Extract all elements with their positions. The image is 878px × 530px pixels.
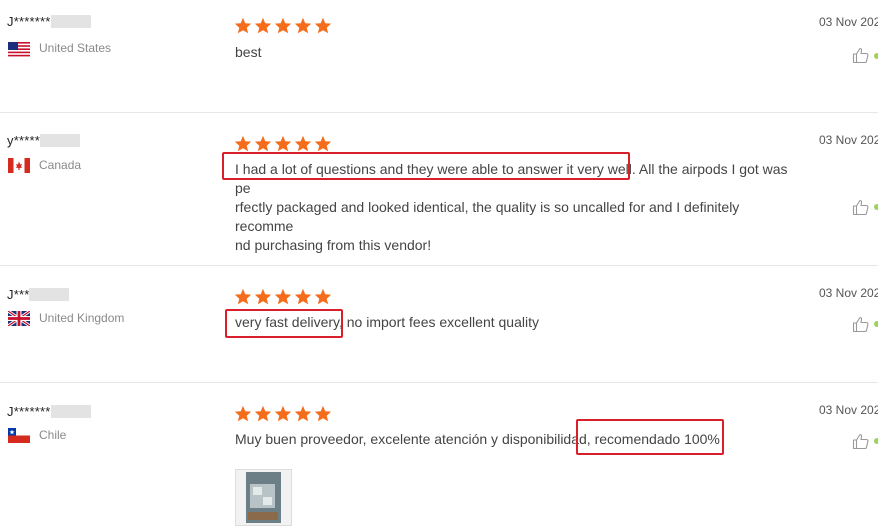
reviewer-country: Chile	[39, 428, 67, 442]
thumbs-up-icon[interactable]	[852, 46, 870, 64]
thumbs-up-icon[interactable]	[852, 432, 870, 450]
review-3: J*** United Kingdom very fast delivery, …	[0, 266, 878, 382]
reviewer-name: J*******	[7, 14, 91, 29]
like-indicator	[874, 53, 878, 59]
reviewer-country: United States	[39, 41, 112, 55]
star-icon	[314, 17, 332, 34]
highlight-box	[576, 419, 724, 455]
photo-thumbnail-icon	[236, 470, 291, 525]
highlight-box	[225, 309, 343, 338]
star-icon	[254, 288, 272, 305]
gb-flag-icon	[8, 311, 30, 326]
review-2: y***** Canada I had a lot of questions a…	[0, 113, 878, 265]
review-text: best	[235, 44, 262, 60]
star-icon	[294, 288, 312, 305]
reviewer-name: y*****	[7, 133, 80, 148]
reviewer-name: J***	[7, 287, 70, 302]
star-icon	[294, 135, 312, 152]
reviewer-name: J*******	[7, 404, 91, 419]
ca-flag-icon	[8, 158, 30, 173]
review-date: 03 Nov 202	[819, 15, 878, 29]
name-mask	[29, 288, 70, 301]
like-indicator	[874, 204, 878, 210]
thumbs-up-icon[interactable]	[852, 315, 870, 333]
cl-flag-icon	[8, 428, 30, 443]
star-icon	[274, 17, 292, 34]
star-icon	[254, 135, 272, 152]
rating-stars	[234, 405, 332, 422]
star-icon	[314, 288, 332, 305]
star-icon	[294, 17, 312, 34]
rating-stars	[234, 135, 332, 152]
highlight-box	[222, 152, 630, 180]
star-icon	[274, 405, 292, 422]
star-icon	[254, 17, 272, 34]
star-icon	[314, 135, 332, 152]
star-icon	[254, 405, 272, 422]
review-date: 03 Nov 202	[819, 403, 878, 417]
review-text-line: nd purchasing from this vendor!	[235, 237, 432, 253]
star-icon	[234, 288, 252, 305]
like-indicator	[874, 438, 878, 444]
like-indicator	[874, 321, 878, 327]
us-flag-icon	[8, 42, 30, 57]
reviewer-country: Canada	[39, 158, 82, 172]
review-1: J******* United States best 03 Nov 202	[0, 0, 878, 112]
star-icon	[294, 405, 312, 422]
star-icon	[314, 405, 332, 422]
star-icon	[234, 405, 252, 422]
review-date: 03 Nov 202	[819, 133, 878, 147]
star-icon	[274, 135, 292, 152]
star-icon	[234, 135, 252, 152]
name-mask	[50, 15, 91, 28]
thumbs-up-icon[interactable]	[852, 198, 870, 216]
review-4: J******* Chile Muy buen proveedor, excel…	[0, 383, 878, 529]
review-text-line: rfectly packaged and looked identical, t…	[235, 199, 740, 234]
star-icon	[234, 17, 252, 34]
name-mask	[50, 405, 91, 418]
name-mask	[40, 134, 80, 147]
review-photo[interactable]	[235, 469, 292, 526]
rating-stars	[234, 288, 332, 305]
review-date: 03 Nov 202	[819, 286, 878, 300]
reviewer-country: United Kingdom	[39, 311, 125, 325]
star-icon	[274, 288, 292, 305]
rating-stars	[234, 17, 332, 34]
